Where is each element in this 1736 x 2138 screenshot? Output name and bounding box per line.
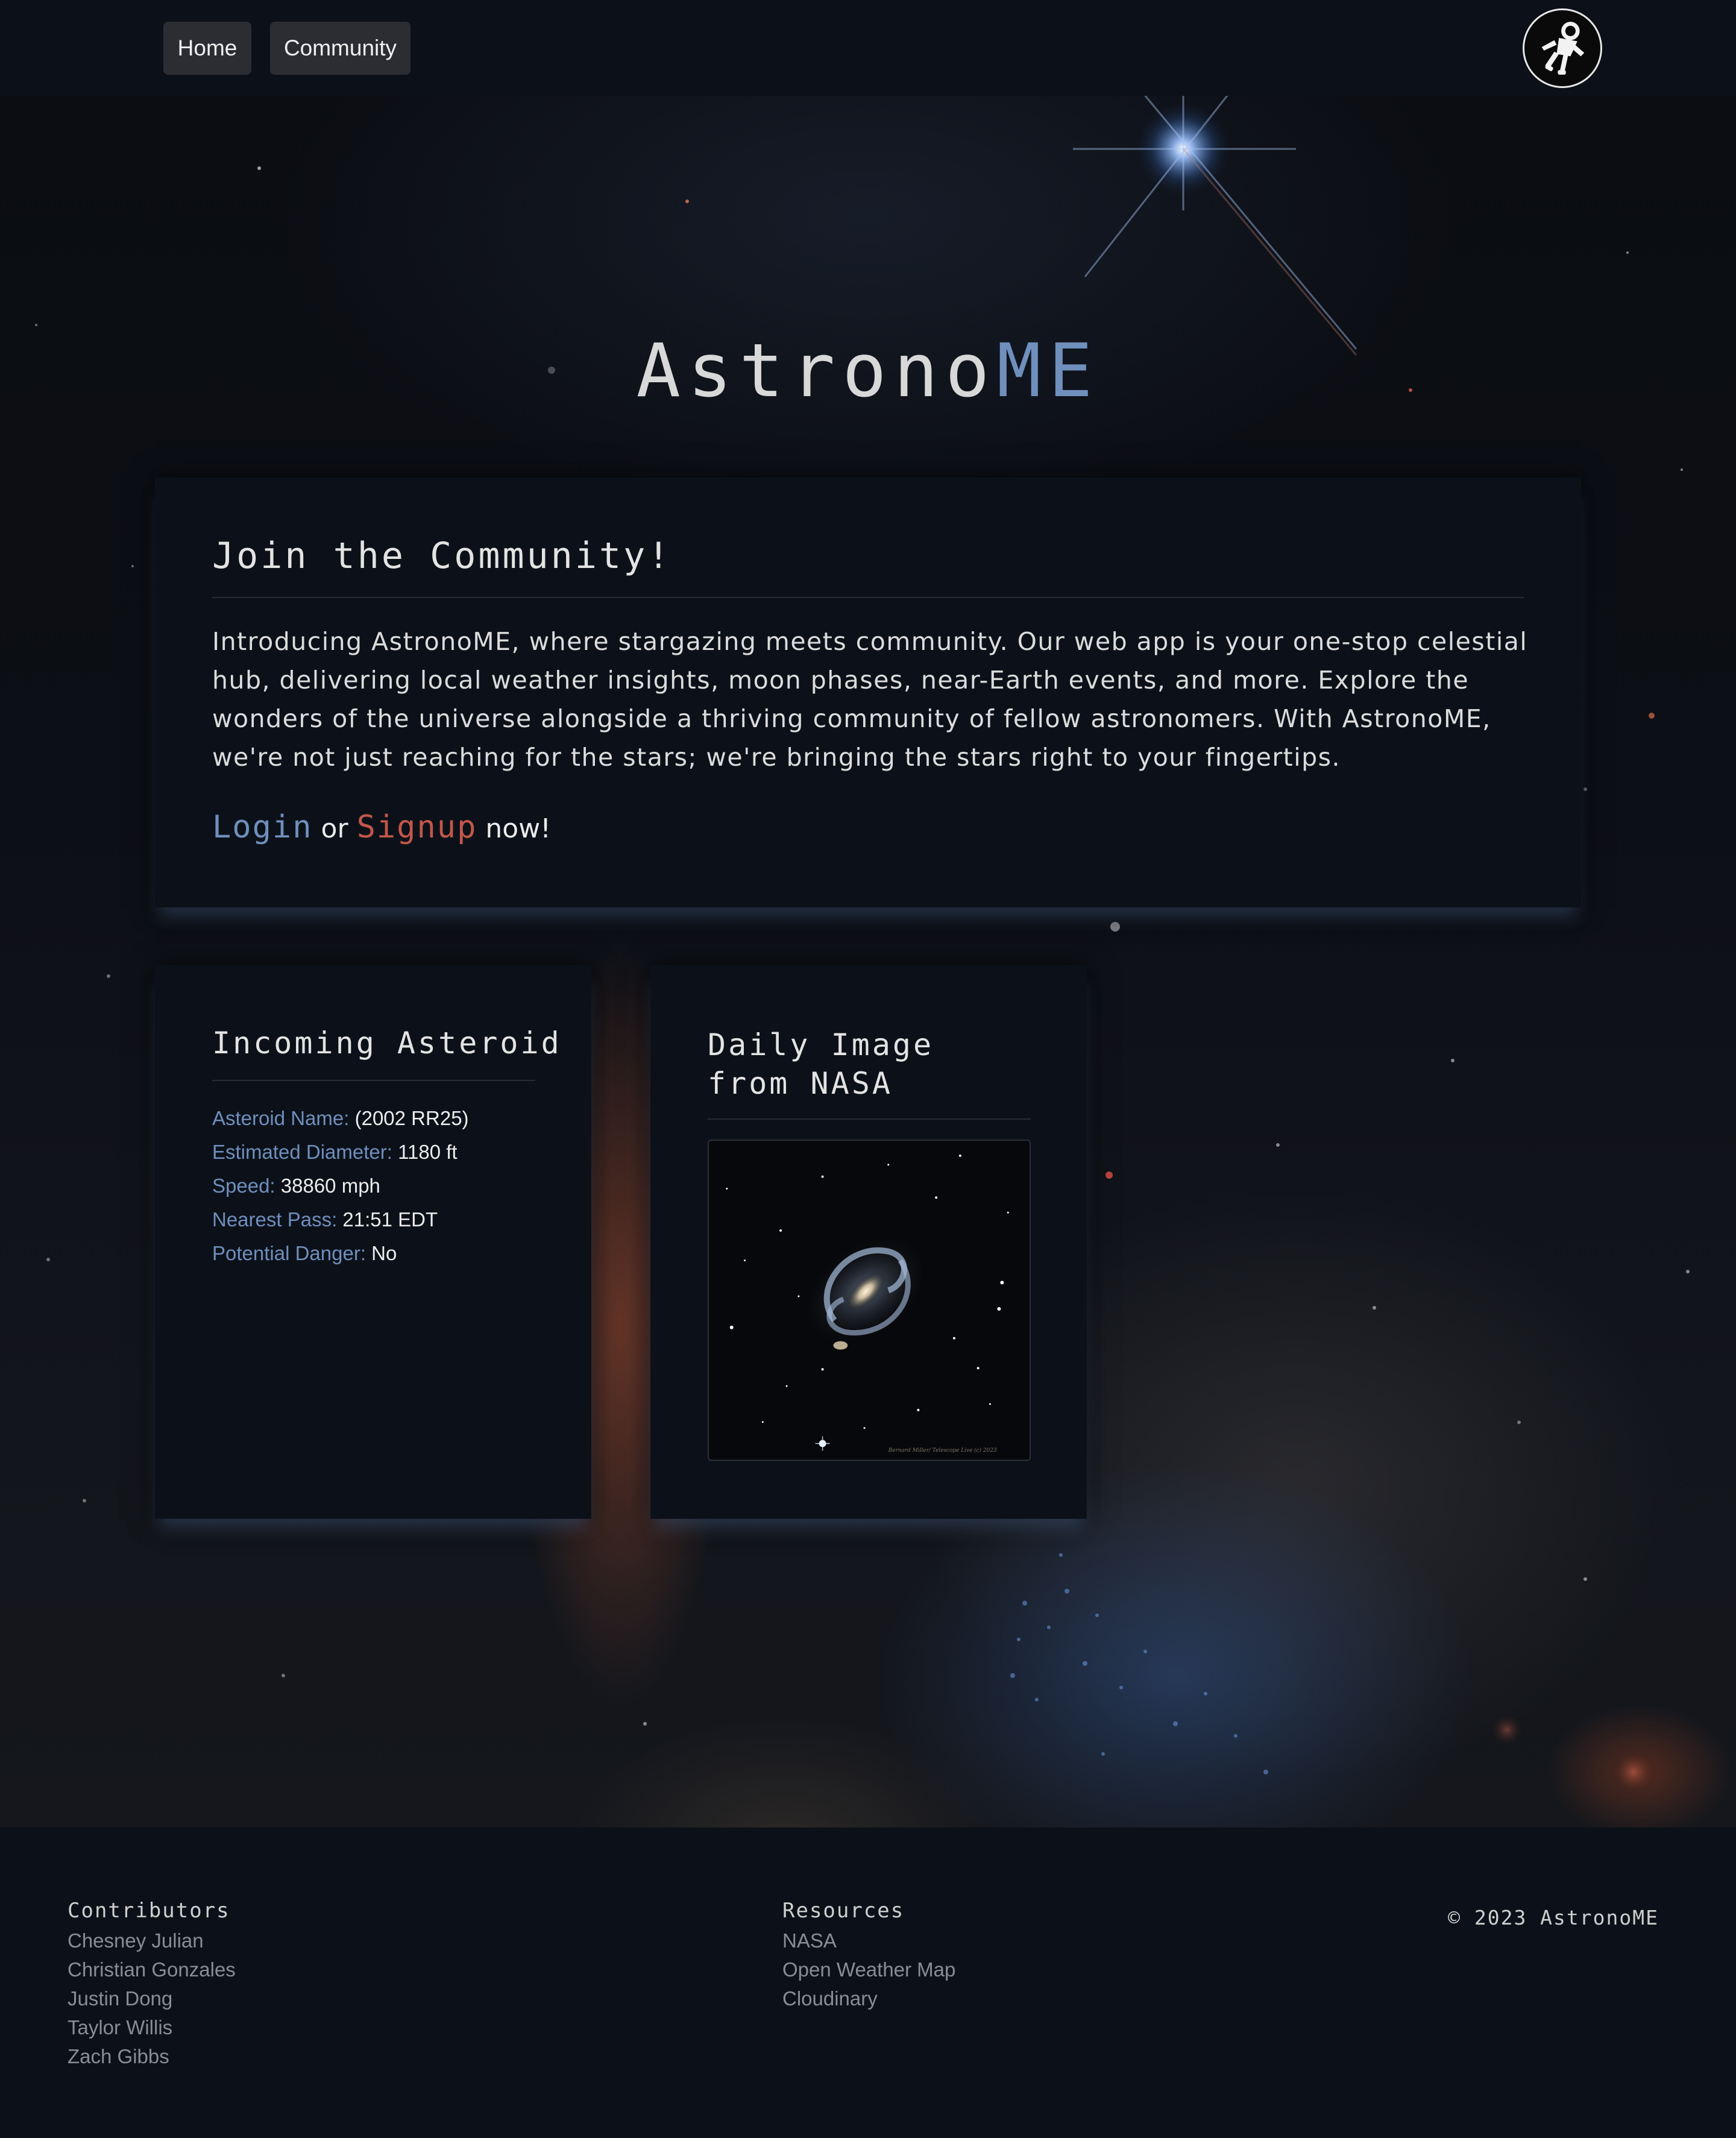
login-link[interactable]: Login: [212, 809, 313, 845]
join-heading: Join the Community!: [212, 535, 672, 577]
footer-contributors: Contributors Chesney Julian Christian Go…: [68, 1895, 236, 2071]
join-divider: [212, 597, 1524, 598]
asteroid-card: Incoming Asteroid Asteroid Name: (2002 R…: [155, 965, 591, 1519]
asteroid-diameter-label: Estimated Diameter:: [212, 1141, 392, 1163]
navbar: Home Community: [0, 0, 1736, 96]
contributor-link[interactable]: Chesney Julian: [68, 1926, 236, 1955]
resource-link-nasa[interactable]: NASA: [782, 1926, 955, 1955]
asteroid-heading: Incoming Asteroid: [212, 1026, 562, 1061]
contributor-link[interactable]: Justin Dong: [68, 1984, 236, 2013]
astronaut-logo-svg: [1541, 22, 1585, 75]
asteroid-danger-row: Potential Danger: No: [212, 1237, 469, 1270]
galaxy-image: Bernard Miller/ Telescope Live (c) 2023: [709, 1141, 1030, 1460]
nasa-daily-image[interactable]: Bernard Miller/ Telescope Live (c) 2023: [708, 1140, 1031, 1461]
resource-link-cloudinary[interactable]: Cloudinary: [782, 1984, 955, 2013]
contributors-heading: Contributors: [68, 1899, 230, 1923]
nav-community-button[interactable]: Community: [270, 22, 410, 75]
footer-resources: Resources NASA Open Weather Map Cloudina…: [782, 1895, 955, 2013]
nasa-image-credit: Bernard Miller/ Telescope Live (c) 2023: [888, 1447, 997, 1454]
copyright: © 2023 AstronoME: [1448, 1906, 1659, 1929]
asteroid-speed-row: Speed: 38860 mph: [212, 1169, 469, 1203]
asteroid-name-value: (2002 RR25): [354, 1107, 469, 1129]
asteroid-speed-value: 38860 mph: [280, 1175, 380, 1197]
asteroid-name-label: Asteroid Name:: [212, 1107, 350, 1129]
nasa-heading: Daily Image from NASA: [708, 1027, 934, 1101]
footer: Contributors Chesney Julian Christian Go…: [0, 1827, 1736, 2138]
signup-link[interactable]: Signup: [357, 809, 477, 845]
space-background: AstronoME: [0, 96, 1736, 1827]
contributor-link[interactable]: Zach Gibbs: [68, 2042, 236, 2071]
asteroid-details: Asteroid Name: (2002 RR25) Estimated Dia…: [212, 1102, 469, 1270]
nav-home-button[interactable]: Home: [163, 22, 251, 75]
asteroid-speed-label: Speed:: [212, 1175, 275, 1197]
join-cta: Login or Signup now!: [212, 809, 551, 845]
resource-link-openweathermap[interactable]: Open Weather Map: [782, 1955, 955, 1984]
cta-or-text: or: [321, 813, 348, 844]
asteroid-danger-value: No: [371, 1242, 397, 1264]
asteroid-diameter-value: 1180 ft: [398, 1141, 458, 1163]
nasa-image-card: Daily Image from NASA Bernard Miller/ Te…: [650, 965, 1087, 1519]
contributor-link[interactable]: Taylor Willis: [68, 2013, 236, 2042]
hero-title-accent: ME: [996, 328, 1100, 414]
contributor-link[interactable]: Christian Gonzales: [68, 1955, 236, 1984]
join-community-card: Join the Community! Introducing AstronoM…: [155, 478, 1581, 907]
hero-title: AstronoME: [0, 328, 1736, 414]
asteroid-pass-label: Nearest Pass:: [212, 1208, 338, 1231]
asteroid-pass-row: Nearest Pass: 21:51 EDT: [212, 1203, 469, 1237]
cta-now-text: now!: [485, 813, 551, 844]
asteroid-pass-value: 21:51 EDT: [342, 1208, 438, 1231]
nasa-divider: [708, 1118, 1031, 1120]
asteroid-diameter-row: Estimated Diameter: 1180 ft: [212, 1135, 469, 1169]
asteroid-divider: [212, 1080, 535, 1081]
astronaut-icon[interactable]: [1523, 8, 1602, 88]
asteroid-name-row: Asteroid Name: (2002 RR25): [212, 1102, 469, 1135]
resources-heading: Resources: [782, 1899, 905, 1923]
hero-title-main: Astrono: [636, 328, 997, 414]
join-body-text: Introducing AstronoME, where stargazing …: [212, 627, 1528, 772]
asteroid-danger-label: Potential Danger:: [212, 1242, 366, 1264]
